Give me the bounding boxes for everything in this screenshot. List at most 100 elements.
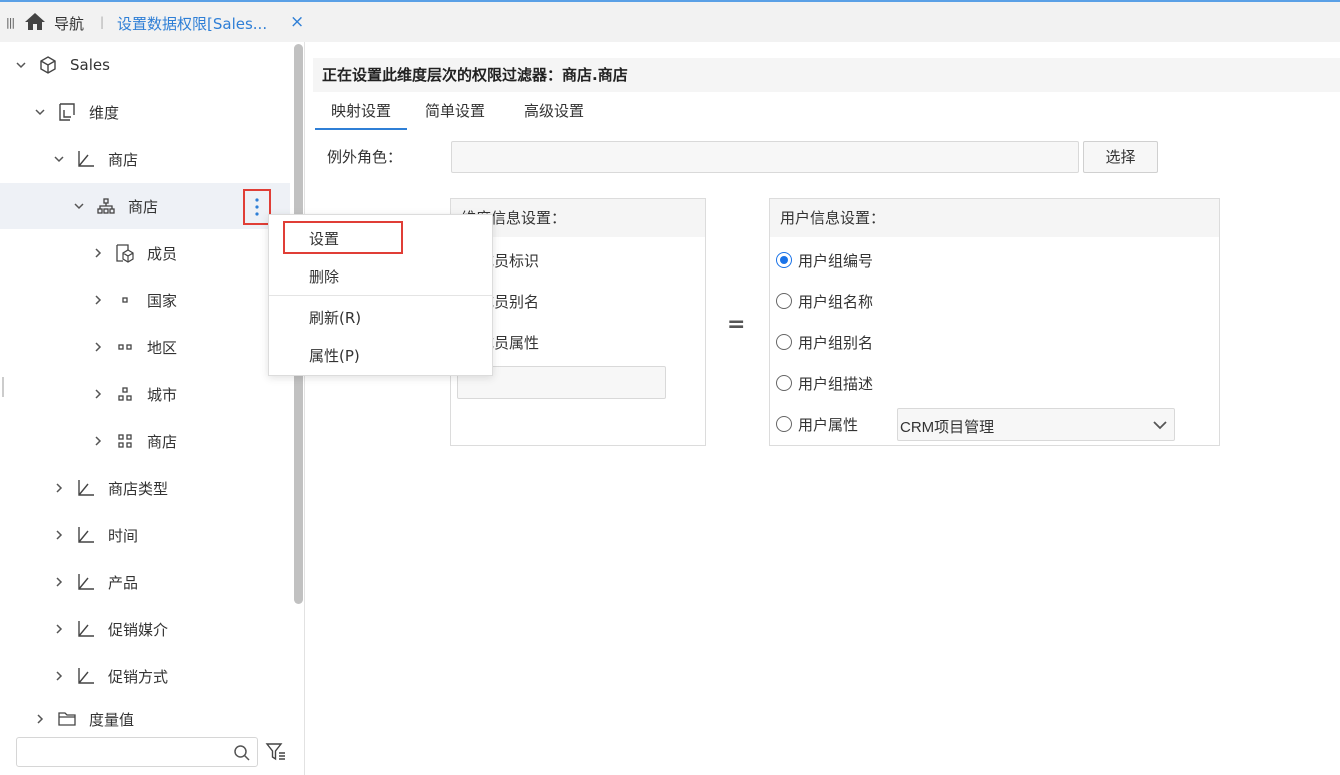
user-attr-select[interactable]: CRM项目管理 [897, 408, 1175, 441]
tree-item-label: 促销媒介 [108, 620, 169, 639]
chevron-down-icon[interactable] [1152, 417, 1168, 433]
tree-item-label: 商店 [147, 432, 178, 451]
menu-item-refresh[interactable]: 刷新(R) [269, 299, 492, 337]
equals-sign: = [727, 312, 746, 337]
dimension-axis-icon [78, 621, 94, 637]
tree-item-label: 国家 [147, 291, 178, 310]
user-info-title: 用户信息设置： [770, 199, 1219, 237]
tree-item-product[interactable]: 产品 [0, 559, 290, 605]
user-option-group-id[interactable]: 用户组编号 [776, 247, 873, 273]
cube-icon [40, 56, 56, 74]
tree-item-label: 城市 [147, 385, 178, 404]
tree-item-members[interactable]: 成员 [0, 230, 290, 276]
home-icon[interactable] [24, 11, 46, 31]
settings-tabs: 映射设置 简单设置 高级设置 [313, 92, 1340, 130]
chevron-right-icon[interactable] [91, 246, 105, 260]
tree-item-label: 地区 [147, 338, 178, 357]
filter-icon[interactable] [265, 741, 287, 763]
filter-settings-panel: 正在设置此维度层次的权限过滤器：商店.商店 映射设置 简单设置 高级设置 例外角… [313, 42, 1340, 775]
radio-button[interactable] [776, 416, 792, 432]
menu-item-delete[interactable]: 删除 [269, 258, 492, 296]
page-title: 正在设置此维度层次的权限过滤器：商店.商店 [313, 58, 1340, 92]
exception-role-field[interactable] [451, 141, 1079, 173]
dimension-axis-icon [78, 480, 94, 496]
user-option-group-name[interactable]: 用户组名称 [776, 288, 873, 314]
tree-item-level-store[interactable]: 商店 [0, 418, 290, 464]
tree-item-promo-media[interactable]: 促销媒介 [0, 606, 290, 652]
select-button[interactable]: 选择 [1083, 141, 1158, 173]
nav-tab-label[interactable]: 导航 [54, 13, 84, 34]
menu-item-properties[interactable]: 属性(P) [269, 337, 492, 375]
chevron-right-icon[interactable] [52, 669, 66, 683]
panel-resize-handle[interactable] [2, 377, 4, 397]
chevron-right-icon[interactable] [52, 575, 66, 589]
tree-item-level-country[interactable]: 国家 [0, 277, 290, 323]
chevron-right-icon[interactable] [33, 712, 47, 726]
dimension-folder-icon [59, 103, 75, 121]
tab-simple[interactable]: 简单设置 [425, 92, 485, 130]
search-icon[interactable] [233, 744, 251, 762]
tree-panel: Sales 维度 商店 商店 成员 国家 地区 城市 商店 商店类型 时间 产品… [0, 42, 305, 775]
tree-item-label: 时间 [108, 526, 139, 545]
user-info-box: 用户信息设置： 用户组编号 用户组名称 用户组别名 用户组描述 用户属性 CRM… [769, 198, 1220, 446]
chevron-right-icon[interactable] [52, 481, 66, 495]
chevron-down-icon[interactable] [52, 152, 66, 166]
user-option-group-desc[interactable]: 用户组描述 [776, 370, 873, 396]
tree-item-label: Sales [70, 56, 110, 74]
tree-item-level-city[interactable]: 城市 [0, 371, 290, 417]
level-3-icon [118, 387, 132, 401]
chevron-down-icon[interactable] [14, 58, 28, 72]
tree-item-store-dimension[interactable]: 商店 [0, 136, 290, 182]
tree-item-label: 促销方式 [108, 667, 169, 686]
tree-item-level-region[interactable]: 地区 [0, 324, 290, 370]
tree-item-label: 成员 [147, 244, 178, 263]
chevron-right-icon[interactable] [52, 622, 66, 636]
dimension-axis-icon [78, 151, 94, 167]
option-label: 用户组编号 [798, 251, 874, 270]
tree-item-label: 商店类型 [108, 479, 169, 498]
option-label: 用户组别名 [798, 333, 874, 352]
chevron-down-icon[interactable] [33, 105, 47, 119]
tree-item-measures[interactable]: 度量值 [0, 697, 290, 741]
level-4-icon [118, 434, 132, 448]
user-option-user-attr[interactable]: 用户属性 [776, 411, 858, 437]
members-cube-icon [116, 244, 134, 263]
tab-set-data-permission[interactable]: 设置数据权限[Sales... [117, 13, 267, 34]
chevron-right-icon[interactable] [52, 528, 66, 542]
tree-item-label: 商店 [128, 197, 159, 216]
chevron-right-icon[interactable] [91, 340, 105, 354]
close-icon[interactable]: × [290, 12, 304, 32]
tree-item-dimensions[interactable]: 维度 [0, 89, 290, 135]
chevron-right-icon[interactable] [91, 434, 105, 448]
select-value: CRM项目管理 [900, 419, 995, 436]
menu-icon[interactable]: ||| [6, 16, 15, 29]
tab-advanced[interactable]: 高级设置 [524, 92, 584, 130]
radio-button[interactable] [776, 334, 792, 350]
chevron-right-icon[interactable] [91, 387, 105, 401]
tree-item-sales[interactable]: Sales [0, 42, 290, 88]
tree-item-time[interactable]: 时间 [0, 512, 290, 558]
more-options-icon[interactable] [243, 189, 271, 225]
tree-search-input[interactable] [17, 738, 227, 766]
dimension-axis-icon [78, 527, 94, 543]
exception-role-label: 例外角色： [327, 148, 403, 166]
radio-button[interactable] [776, 375, 792, 391]
radio-button[interactable] [776, 293, 792, 309]
tree-item-label: 度量值 [89, 710, 135, 729]
dimension-axis-icon [78, 668, 94, 684]
option-label: 用户组描述 [798, 374, 874, 393]
tree-item-store-type[interactable]: 商店类型 [0, 465, 290, 511]
chevron-right-icon[interactable] [91, 293, 105, 307]
settings-highlight [283, 221, 403, 254]
option-label: 用户组名称 [798, 292, 874, 311]
user-option-group-alias[interactable]: 用户组别名 [776, 329, 873, 355]
tree-item-promo-method[interactable]: 促销方式 [0, 653, 290, 699]
radio-button-checked[interactable] [776, 252, 792, 268]
tree-item-label: 产品 [108, 573, 139, 592]
chevron-down-icon[interactable] [72, 199, 86, 213]
tree-search-box [16, 737, 258, 767]
top-bar: ||| 导航 | 设置数据权限[Sales... × [0, 0, 1340, 42]
tree-item-label: 维度 [89, 103, 120, 122]
context-menu: 设置 删除 刷新(R) 属性(P) [268, 214, 493, 376]
tab-mapping[interactable]: 映射设置 [315, 92, 407, 130]
